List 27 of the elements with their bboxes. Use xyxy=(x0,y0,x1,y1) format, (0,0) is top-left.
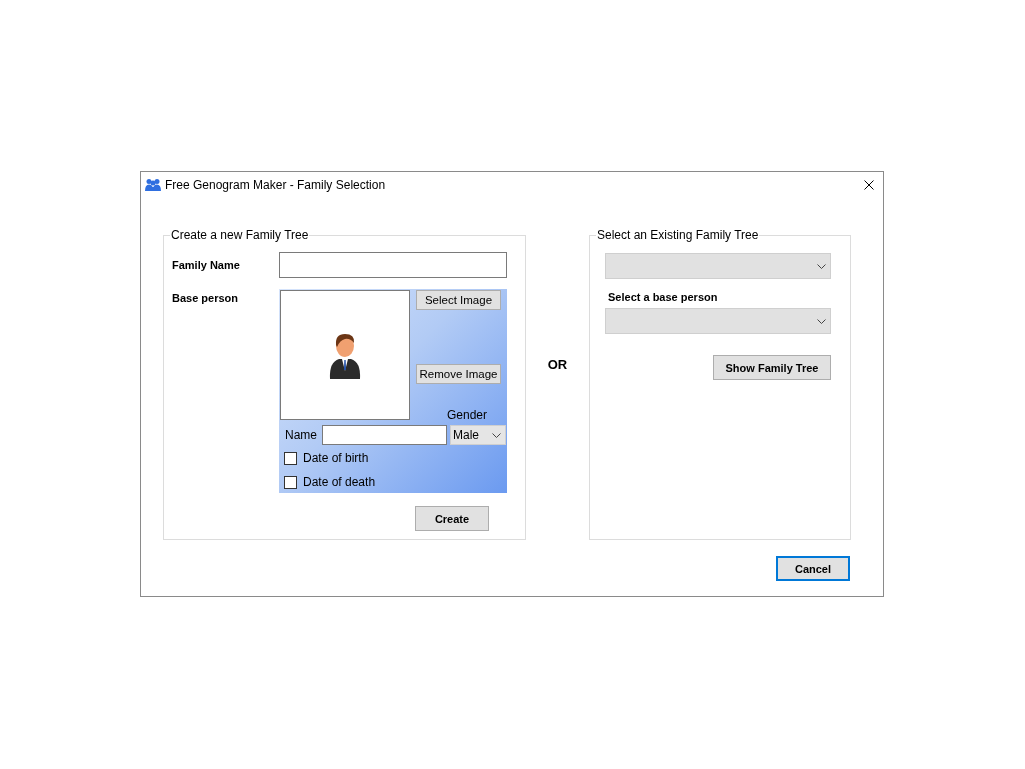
people-icon xyxy=(145,177,161,192)
chevron-down-icon xyxy=(817,263,826,269)
person-silhouette-icon xyxy=(328,331,362,379)
checkbox[interactable] xyxy=(284,451,297,465)
checkbox[interactable] xyxy=(284,475,297,489)
checkbox-label: Date of birth xyxy=(303,451,369,465)
create-button[interactable]: Create xyxy=(415,506,489,531)
field-label: Family Name xyxy=(172,259,241,271)
remove-image-button[interactable]: Remove Image xyxy=(416,364,501,384)
name-input[interactable] xyxy=(322,425,447,445)
field-label: Base person xyxy=(172,292,240,306)
gender-dropdown[interactable]: Male xyxy=(450,425,506,445)
select-image-button[interactable]: Select Image xyxy=(416,290,501,310)
or-label: OR xyxy=(547,357,568,373)
group-title: Select an Existing Family Tree xyxy=(597,228,759,242)
chevron-down-icon xyxy=(817,318,826,324)
show-family-tree-button[interactable]: Show Family Tree xyxy=(713,355,831,380)
group-title: Create a new Family Tree xyxy=(171,228,309,242)
window-title: Free Genogram Maker - Family Selection xyxy=(165,177,386,192)
field-label: Gender xyxy=(447,408,488,422)
field-label: Select a base person xyxy=(608,291,718,305)
family-name-input[interactable] xyxy=(279,252,507,278)
checkbox-label: Date of death xyxy=(303,475,376,489)
close-icon xyxy=(864,179,874,190)
chevron-down-icon xyxy=(492,432,501,438)
field-label: Name xyxy=(285,428,317,442)
cancel-button[interactable]: Cancel xyxy=(776,556,850,581)
